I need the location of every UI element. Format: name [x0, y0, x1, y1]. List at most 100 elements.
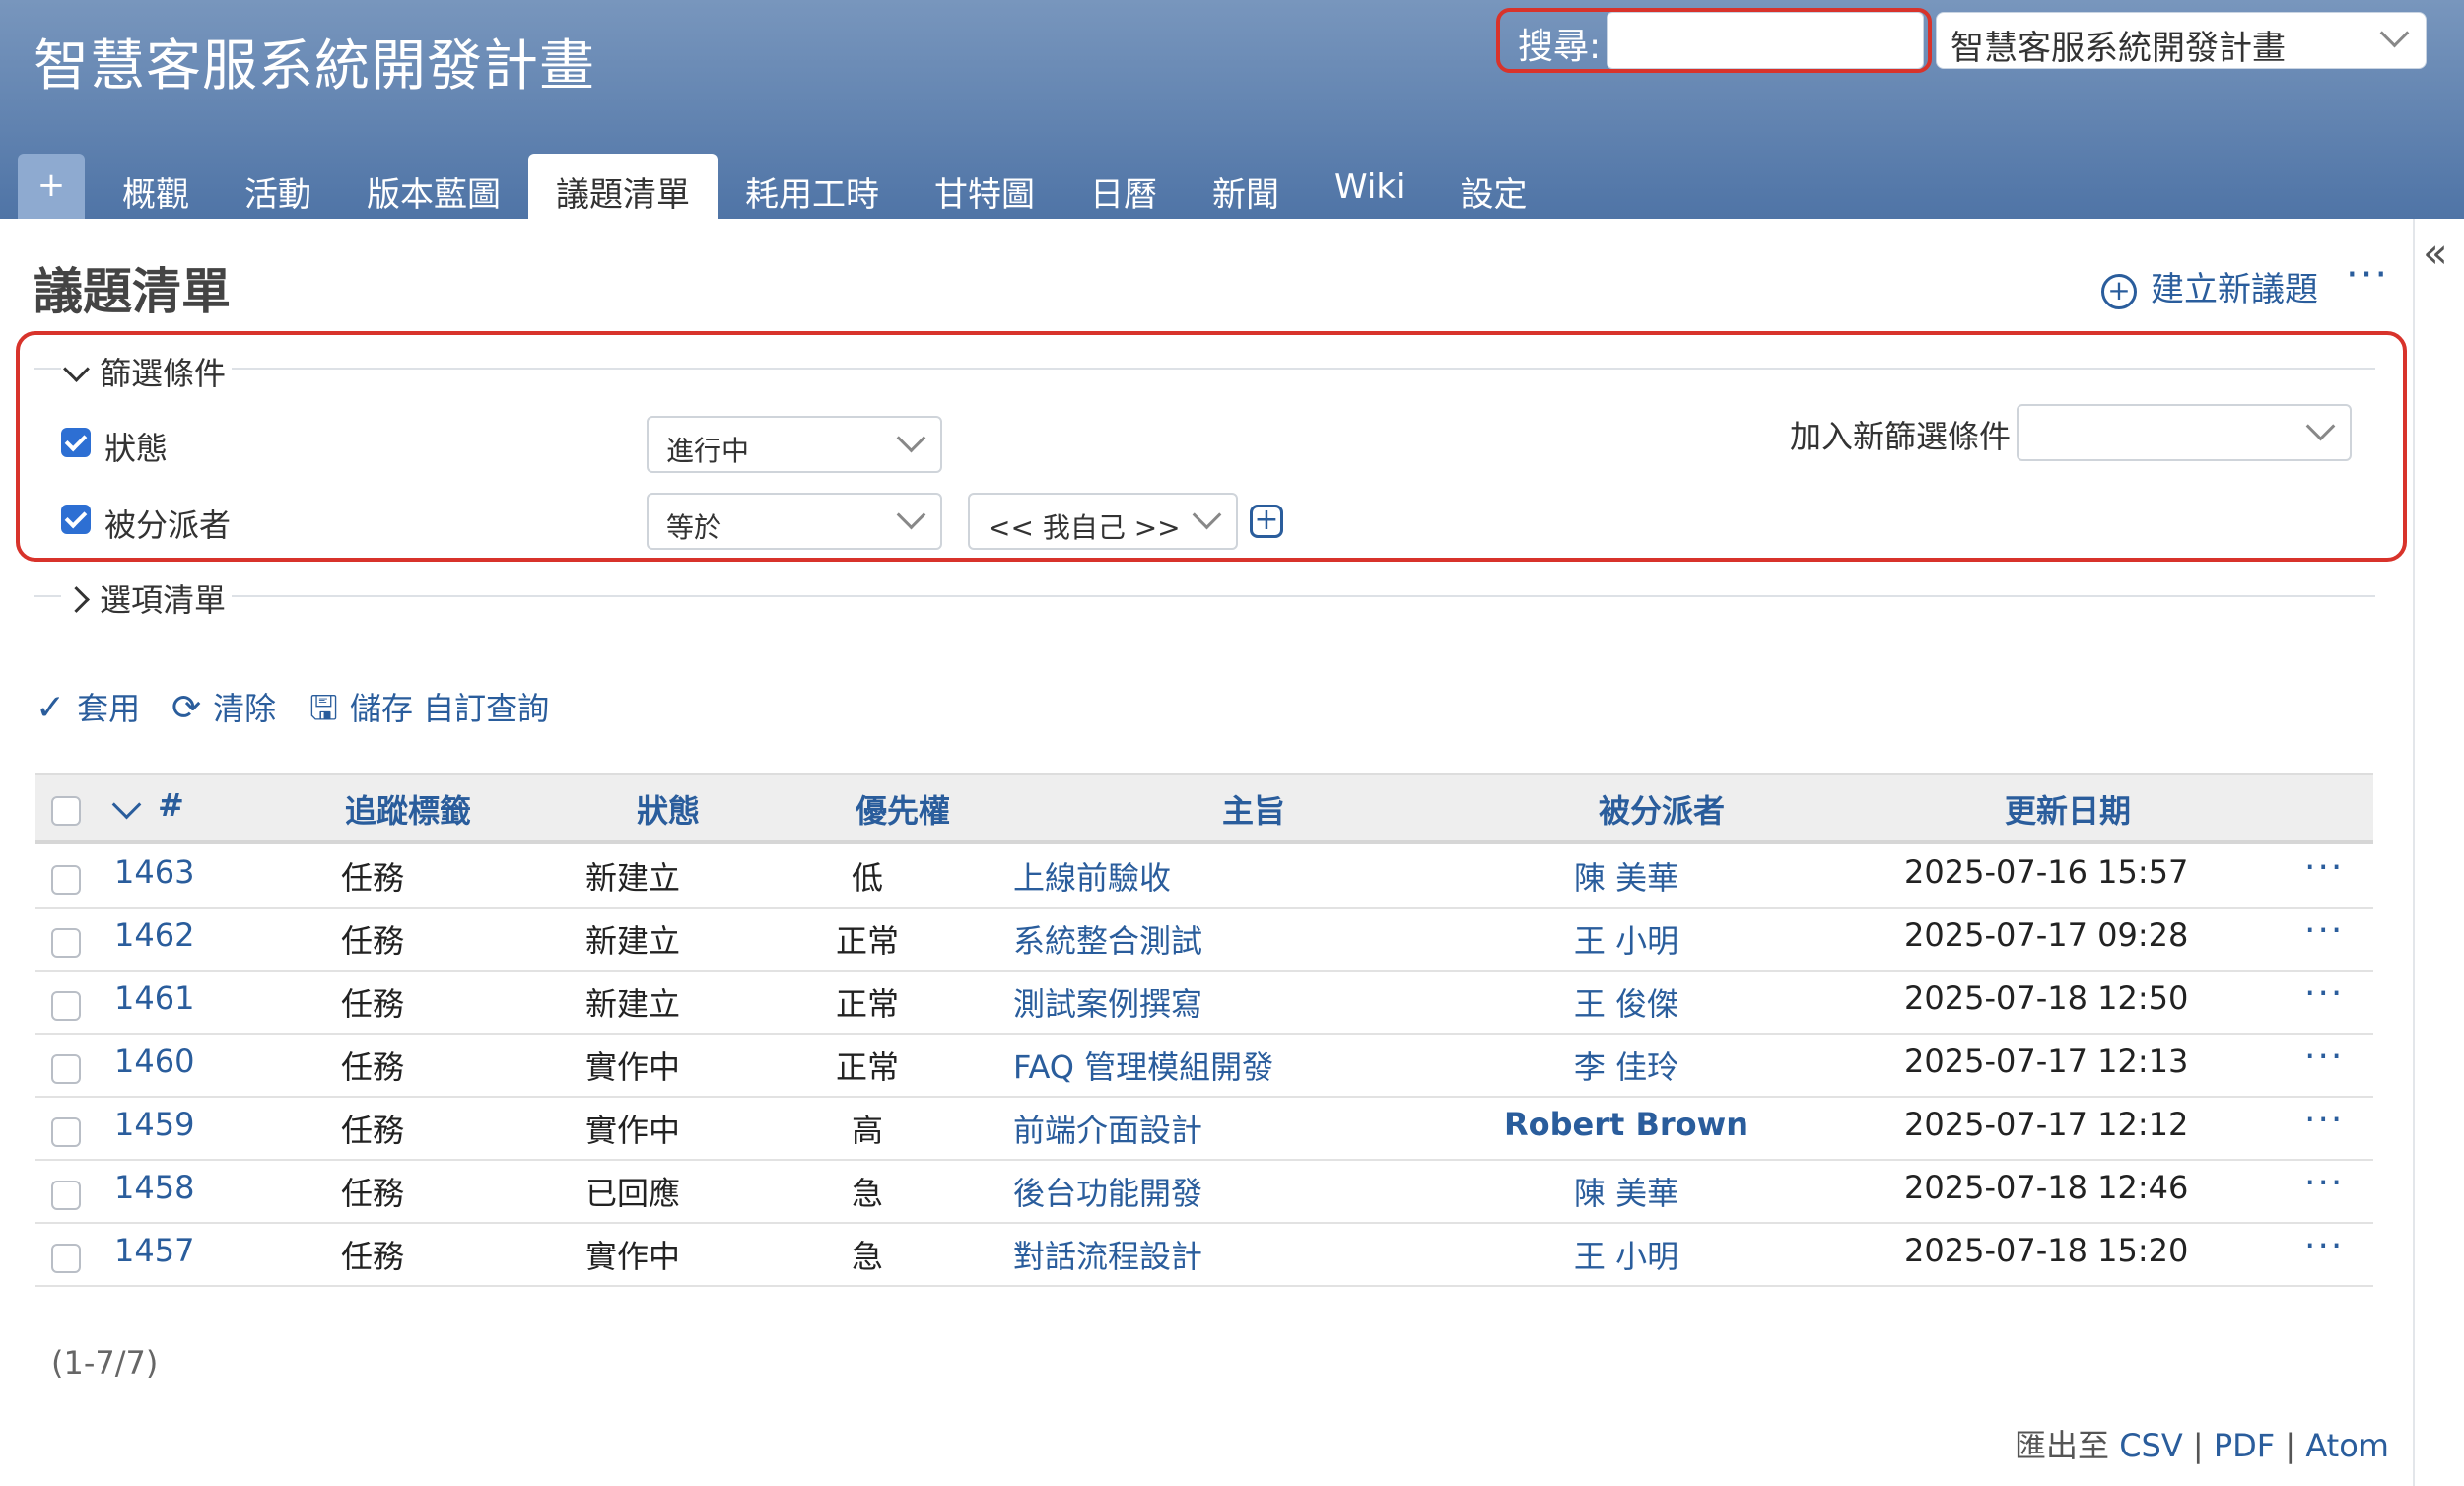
collapse-sidebar-icon[interactable]: « [2423, 229, 2448, 277]
subject-link[interactable]: FAQ 管理模組開發 [1013, 1043, 1273, 1088]
col-updated-header[interactable]: 更新日期 [2005, 786, 2131, 832]
issue-id-link[interactable]: 1458 [114, 1169, 194, 1206]
col-id-header[interactable]: # [158, 786, 184, 824]
save-query-label: 儲存 自訂查詢 [349, 690, 550, 727]
assignee-link[interactable]: Robert Brown [1429, 1106, 1823, 1143]
clear-label: 清除 [213, 690, 277, 727]
col-priority-header[interactable]: 優先權 [856, 786, 950, 832]
assignee-link[interactable]: 陳 美華 [1429, 1169, 1823, 1214]
col-assignee-header[interactable]: 被分派者 [1599, 786, 1725, 832]
row-checkbox[interactable] [51, 991, 81, 1021]
assignee-operator-select[interactable]: 等於 [647, 493, 942, 550]
assignee-filter-checkbox[interactable] [61, 505, 91, 534]
row-checkbox[interactable] [51, 1181, 81, 1210]
add-filter-select[interactable] [2017, 404, 2352, 461]
issue-id-link[interactable]: 1463 [114, 853, 194, 891]
project-title[interactable]: 智慧客服系統開發計畫 [34, 22, 595, 101]
assignee-link[interactable]: 王 小明 [1429, 916, 1823, 962]
row-actions-icon[interactable]: ··· [2304, 847, 2344, 888]
save-icon: 🖫 [309, 689, 338, 728]
row-divider [35, 970, 2373, 972]
options-legend[interactable]: 選項清單 [61, 575, 233, 621]
row-actions-icon[interactable]: ··· [2304, 1100, 2344, 1140]
search-input[interactable] [1607, 12, 1924, 69]
tab-calendar[interactable]: 日曆 [1062, 154, 1185, 219]
row-divider [35, 1222, 2373, 1224]
status-filter-label: 狀態 [104, 430, 169, 467]
updated-cell: 2025-07-18 15:20 [1904, 1232, 2189, 1269]
tab-news[interactable]: 新聞 [1185, 154, 1307, 219]
col-subject-header[interactable]: 主旨 [1222, 786, 1285, 832]
export-label: 匯出至 [2015, 1427, 2110, 1464]
select-all-checkbox[interactable] [51, 796, 81, 826]
col-status-header[interactable]: 狀態 [637, 786, 700, 832]
row-checkbox[interactable] [51, 1054, 81, 1084]
tracker-cell: 任務 [341, 985, 405, 1023]
tab-gantt[interactable]: 甘特圖 [907, 154, 1062, 219]
subject-link[interactable]: 上線前驗收 [1013, 853, 1171, 899]
assignee-operator-value: 等於 [666, 511, 722, 544]
row-checkbox[interactable] [51, 865, 81, 895]
chevron-right-icon [63, 586, 90, 613]
subject-link[interactable]: 前端介面設計 [1013, 1106, 1202, 1151]
row-checkbox[interactable] [51, 1117, 81, 1147]
row-actions-icon[interactable]: ··· [2304, 1163, 2344, 1203]
subject-link[interactable]: 系統整合測試 [1013, 916, 1202, 962]
issue-id-link[interactable]: 1460 [114, 1043, 194, 1080]
assignee-link[interactable]: 王 俊傑 [1429, 979, 1823, 1025]
check-icon: ✓ [35, 688, 66, 728]
subject-link[interactable]: 測試案例撰寫 [1013, 979, 1202, 1025]
tab-activity[interactable]: 活動 [217, 154, 339, 219]
col-tracker-header[interactable]: 追蹤標籤 [345, 786, 471, 832]
status-cell: 實作中 [585, 1048, 681, 1086]
row-actions-icon[interactable]: ··· [2304, 1226, 2344, 1266]
export-csv-link[interactable]: CSV [2119, 1427, 2183, 1464]
filters-legend[interactable]: 篩選條件 [61, 349, 233, 394]
assignee-value-select[interactable]: << 我自己 >> [968, 493, 1238, 550]
row-actions-icon[interactable]: ··· [2304, 911, 2344, 951]
chevron-down-icon [896, 500, 926, 530]
subject-link[interactable]: 對話流程設計 [1013, 1232, 1202, 1277]
more-actions-icon[interactable]: ··· [2346, 252, 2389, 298]
apply-button[interactable]: ✓ 套用 [35, 684, 140, 729]
status-filter-checkbox[interactable] [61, 428, 91, 457]
issue-id-link[interactable]: 1462 [114, 916, 194, 954]
row-divider [35, 907, 2373, 909]
tab-settings[interactable]: 設定 [1432, 154, 1554, 219]
assignee-link[interactable]: 王 小明 [1429, 1232, 1823, 1277]
tab-new[interactable]: + [18, 154, 85, 219]
add-value-icon[interactable]: + [1250, 505, 1283, 538]
row-actions-icon[interactable]: ··· [2304, 974, 2344, 1014]
row-checkbox[interactable] [51, 1244, 81, 1273]
issue-id-link[interactable]: 1459 [114, 1106, 194, 1143]
search-label: 搜尋: [1518, 27, 1602, 67]
pagination-count: (1-7/7) [51, 1344, 159, 1382]
tab-wiki[interactable]: Wiki [1307, 154, 1432, 219]
row-checkbox[interactable] [51, 928, 81, 958]
issue-id-link[interactable]: 1457 [114, 1232, 194, 1269]
assignee-link[interactable]: 李 佳玲 [1429, 1043, 1823, 1088]
tracker-cell: 任務 [341, 1048, 405, 1086]
tab-time-entries[interactable]: 耗用工時 [718, 154, 907, 219]
chevron-down-icon [1192, 500, 1222, 530]
status-operator-select[interactable]: 進行中 [647, 416, 942, 473]
export-links: 匯出至 CSV | PDF | Atom [2015, 1421, 2389, 1466]
updated-cell: 2025-07-17 09:28 [1904, 916, 2189, 954]
issue-id-link[interactable]: 1461 [114, 979, 194, 1017]
project-select[interactable]: 智慧客服系統開發計畫 [1936, 12, 2427, 69]
export-pdf-link[interactable]: PDF [2214, 1427, 2275, 1464]
tracker-cell: 任務 [341, 922, 405, 960]
export-atom-link[interactable]: Atom [2305, 1427, 2389, 1464]
tab-roadmap[interactable]: 版本藍圖 [339, 154, 528, 219]
tab-issues[interactable]: 議題清單 [528, 154, 718, 219]
assignee-link[interactable]: 陳 美華 [1429, 853, 1823, 899]
row-actions-icon[interactable]: ··· [2304, 1037, 2344, 1077]
clear-button[interactable]: ⟳ 清除 [171, 684, 276, 729]
subject-link[interactable]: 後台功能開發 [1013, 1169, 1202, 1214]
options-legend-label: 選項清單 [100, 581, 227, 619]
save-query-button[interactable]: 🖫 儲存 自訂查詢 [309, 684, 549, 741]
new-issue-link[interactable]: + 建立新議題 [2101, 262, 2318, 310]
priority-cell: 急 [851, 1238, 883, 1275]
row-divider [35, 1033, 2373, 1035]
tab-overview[interactable]: 概觀 [95, 154, 217, 219]
